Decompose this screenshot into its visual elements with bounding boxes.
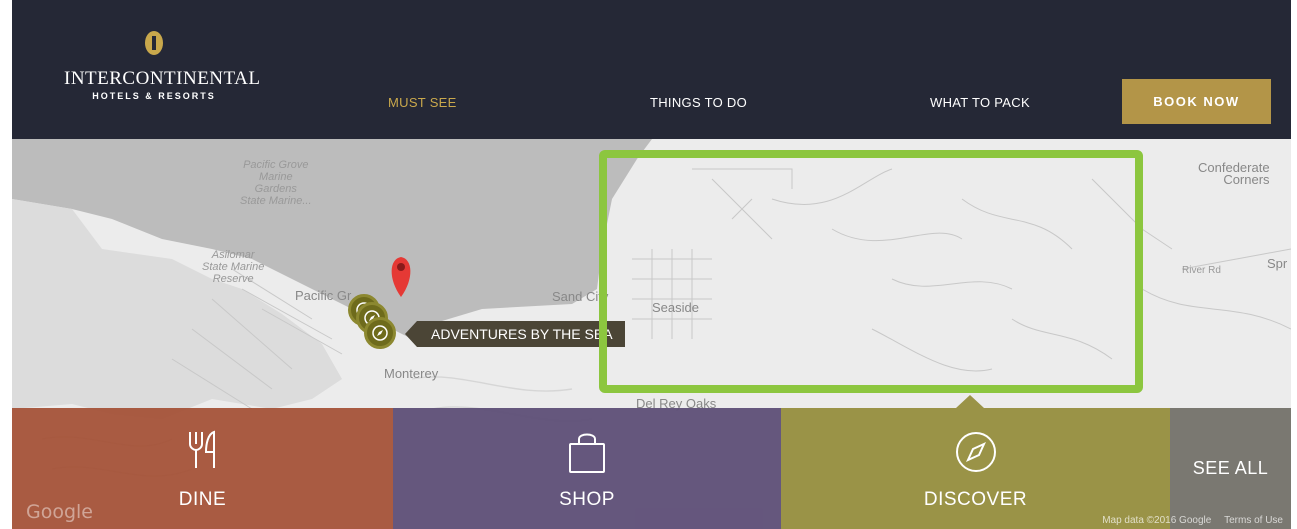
site-header: INTERCONTINENTAL HOTELS & RESORTS MUST S… bbox=[12, 0, 1291, 139]
map-label-pacific-grove: Pacific Gr bbox=[295, 288, 352, 303]
nav-things-to-do[interactable]: THINGS TO DO bbox=[650, 95, 747, 110]
tile-discover-label: DISCOVER bbox=[923, 489, 1028, 510]
nav-what-to-pack[interactable]: WHAT TO PACK bbox=[930, 95, 1030, 110]
brand-tagline: HOTELS & RESORTS bbox=[92, 91, 216, 101]
map-data-text: Map data ©2016 Google bbox=[1102, 515, 1212, 526]
map-label-confederate-corners: Confederate Corners bbox=[1198, 160, 1270, 187]
map-attribution: Map data ©2016 Google Terms of Use bbox=[1092, 515, 1283, 526]
tile-shop[interactable]: SHOP bbox=[393, 408, 781, 529]
category-tiles: DINE SHOP DISCOVER SEE ALL Google Map da… bbox=[12, 395, 1291, 529]
compass-icon bbox=[955, 432, 996, 472]
highlight-box bbox=[599, 150, 1143, 393]
terms-link[interactable]: Terms of Use bbox=[1224, 515, 1283, 526]
map-tooltip[interactable]: ADVENTURES BY THE SEA bbox=[405, 321, 625, 347]
map-label-spr: Spr bbox=[1267, 256, 1288, 271]
shopping-bag-icon bbox=[569, 433, 605, 473]
map-label-river-rd: River Rd bbox=[1182, 265, 1221, 276]
compass-icon bbox=[372, 325, 388, 341]
left-margin bbox=[0, 0, 12, 529]
brand-logo[interactable]: INTERCONTINENTAL HOTELS & RESORTS bbox=[64, 30, 261, 101]
map-marker[interactable] bbox=[364, 317, 396, 349]
map-label-pacific-grove-marine: Pacific Grove Marine Gardens State Marine..… bbox=[240, 159, 312, 207]
tile-discover[interactable]: DISCOVER bbox=[781, 395, 1170, 529]
tile-shop-label: SHOP bbox=[559, 489, 615, 510]
fork-knife-icon bbox=[188, 430, 215, 468]
brand-name: INTERCONTINENTAL bbox=[64, 68, 261, 89]
logo-crest-icon bbox=[145, 31, 163, 55]
tile-see-all[interactable]: SEE ALL bbox=[1170, 408, 1291, 529]
nav-must-see[interactable]: MUST SEE bbox=[388, 95, 457, 110]
right-margin bbox=[1291, 0, 1297, 529]
map-label-asilomar: Asilomar State Marine Reserve bbox=[202, 249, 265, 285]
tile-see-all-label: SEE ALL bbox=[1192, 458, 1269, 478]
google-logo: Google bbox=[26, 501, 94, 523]
book-now-button[interactable]: BOOK NOW bbox=[1122, 79, 1271, 124]
map-label-monterey: Monterey bbox=[384, 366, 439, 381]
